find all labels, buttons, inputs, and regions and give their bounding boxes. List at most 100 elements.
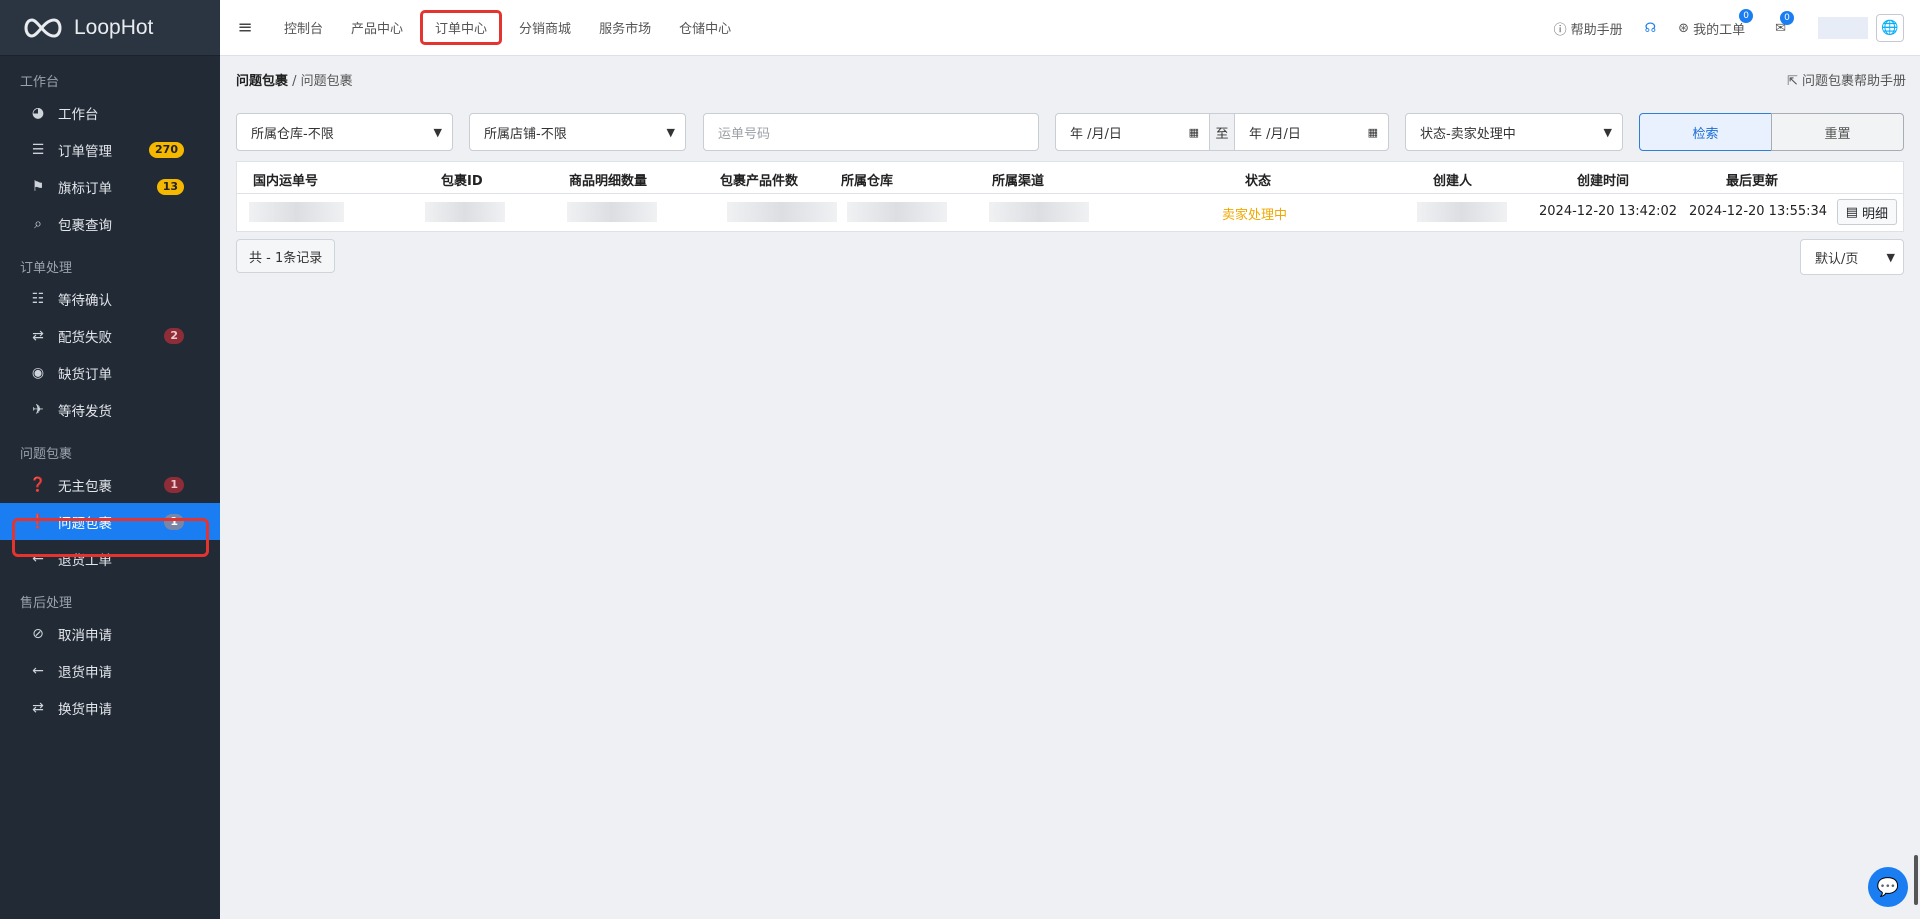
arrow-left-icon: ← <box>32 662 44 679</box>
col-package-id: 包裹ID <box>441 174 483 189</box>
sidebar-item-awaiting-confirmation[interactable]: ☷ 等待确认 <box>0 280 220 317</box>
total-records: 共 - 1条记录 <box>236 239 336 273</box>
sidebar-item-allocation-failed[interactable]: ⇄ 配货失败 2 <box>0 317 220 354</box>
date-to-input[interactable]: 年 /月/日 ▦ <box>1234 113 1389 151</box>
sidebar-item-label: 旗标订单 <box>58 180 112 197</box>
count-badge: 2 <box>164 328 184 344</box>
brand-name: LoopHot <box>74 15 154 39</box>
packages-table: 国内运单号 包裹ID 商品明细数量 包裹产品件数 所属仓库 所属渠道 状态 创建… <box>236 161 1904 232</box>
col-status: 状态 <box>1245 174 1272 189</box>
sidebar-item-cancel-requests[interactable]: ⊘ 取消申请 <box>0 615 220 652</box>
col-creator: 创建人 <box>1433 174 1473 189</box>
ban-icon: ⊘ <box>32 625 44 642</box>
scrollbar[interactable] <box>1914 855 1918 905</box>
col-item-count: 商品明细数量 <box>569 174 648 189</box>
chevron-down-icon: ▼ <box>1886 250 1895 264</box>
status-text: 卖家处理中 <box>1222 208 1288 223</box>
warehouse-select[interactable]: 所属仓库-不限 ▼ <box>236 113 453 151</box>
sidebar-item-label: 换货申请 <box>58 701 112 718</box>
sidebar-item-awaiting-shipment[interactable]: ✈ 等待发货 <box>0 391 220 428</box>
sidebar-item-label: 无主包裹 <box>58 478 112 495</box>
calendar-icon[interactable]: ▦ <box>1368 126 1378 139</box>
redacted-cell <box>249 202 344 222</box>
sidebar-item-return-tickets[interactable]: ← 退货工单 <box>0 540 220 577</box>
breadcrumb-separator: / <box>292 74 301 89</box>
reset-button[interactable]: 重置 <box>1771 113 1904 151</box>
sidebar: LoopHot 工作台 ◕ 工作台 ☰ 订单管理 270 ⚑ 旗标订单 13 ⌕… <box>0 0 220 919</box>
sidebar-item-label: 工作台 <box>58 106 99 123</box>
nav-product-center[interactable]: 产品中心 <box>337 18 417 37</box>
sidebar-item-label: 问题包裹 <box>58 515 112 532</box>
avatar[interactable] <box>1818 17 1868 39</box>
detail-button[interactable]: ▤ 明细 <box>1836 199 1897 225</box>
redacted-cell <box>567 202 657 222</box>
section-title-problem-packages: 问题包裹 <box>20 447 73 462</box>
breadcrumb-parent[interactable]: 问题包裹 <box>236 74 288 89</box>
question-circle-icon: ⓘ <box>1553 22 1567 38</box>
list-icon: ☰ <box>31 141 45 158</box>
chat-bubble-icon[interactable]: 💬 <box>1868 867 1908 907</box>
nav-order-center[interactable]: 订单中心 <box>420 10 503 45</box>
breadcrumb-current: 问题包裹 <box>300 74 353 89</box>
globe-icon[interactable]: 🌐 <box>1876 14 1904 42</box>
sidebar-item-label: 等待发货 <box>58 403 112 420</box>
col-warehouse: 所属仓库 <box>841 174 894 189</box>
status-select[interactable]: 状态-卖家处理中 ▼ <box>1405 113 1623 151</box>
col-last-updated: 最后更新 <box>1726 174 1779 189</box>
sidebar-item-exchange-requests[interactable]: ⇄ 换货申请 <box>0 689 220 726</box>
my-tickets-label: 我的工单 <box>1693 22 1746 38</box>
redacted-cell <box>847 202 947 222</box>
sidebar-item-label: 包裹查询 <box>58 217 112 234</box>
sidebar-item-unclaimed-packages[interactable]: ❓ 无主包裹 1 <box>0 466 220 503</box>
help-manual-link[interactable]: ⓘ 帮助手册 <box>1554 19 1623 38</box>
nav-service-market[interactable]: 服务市场 <box>585 18 665 37</box>
sidebar-item-flagged-orders[interactable]: ⚑ 旗标订单 13 <box>0 168 220 205</box>
tracking-number-input[interactable]: 运单号码 <box>703 113 1039 151</box>
sidebar-item-problem-packages[interactable]: ❗ 问题包裹 1 <box>0 503 220 540</box>
sidebar-item-workbench[interactable]: ◕ 工作台 <box>0 94 220 131</box>
stop-icon: ◉ <box>31 364 45 381</box>
warehouse-select-value: 所属仓库-不限 <box>251 126 334 142</box>
breadcrumb: 问题包裹 / 问题包裹 <box>236 70 353 89</box>
search-button-label: 检索 <box>1692 126 1719 142</box>
reset-button-label: 重置 <box>1824 126 1851 142</box>
count-badge: 1 <box>164 477 184 493</box>
chevron-down-icon: ▼ <box>666 125 675 139</box>
nav-console[interactable]: 控制台 <box>270 18 337 37</box>
sidebar-item-out-of-stock[interactable]: ◉ 缺货订单 <box>0 354 220 391</box>
search-button[interactable]: 检索 <box>1639 113 1772 151</box>
nav-warehouse-center[interactable]: 仓储中心 <box>665 18 745 37</box>
page-size-select[interactable]: 默认/页 ▼ <box>1800 239 1904 275</box>
support-headset-button[interactable]: ☊ <box>1645 21 1657 36</box>
page-help-link[interactable]: ⇱ 问题包裹帮助手册 <box>1787 70 1906 89</box>
checklist-icon: ☷ <box>31 290 45 307</box>
sidebar-item-return-requests[interactable]: ← 退货申请 <box>0 652 220 689</box>
question-icon: ❓ <box>29 476 47 493</box>
headset-icon: ☊ <box>1644 20 1657 36</box>
sidebar-item-package-query[interactable]: ⌕ 包裹查询 <box>0 205 220 242</box>
external-link-icon: ⇱ <box>1786 74 1802 89</box>
plane-icon: ✈ <box>32 401 44 418</box>
brand[interactable]: LoopHot <box>0 0 220 56</box>
nav-distribution-mall[interactable]: 分销商城 <box>505 18 585 37</box>
page-size-value: 默认/页 <box>1815 251 1859 267</box>
sidebar-item-order-management[interactable]: ☰ 订单管理 270 <box>0 131 220 168</box>
dashboard-icon: ◕ <box>31 104 45 121</box>
arrow-left-icon: ← <box>32 550 44 567</box>
help-manual-label: 帮助手册 <box>1570 22 1623 38</box>
loop-logo-icon <box>24 17 62 38</box>
my-tickets-link[interactable]: ⊛ 我的工单 0 <box>1678 8 1754 38</box>
calendar-icon[interactable]: ▦ <box>1189 126 1199 139</box>
mail-button[interactable]: ✉ 0 <box>1775 10 1794 36</box>
store-select[interactable]: 所属店铺-不限 ▼ <box>469 113 686 151</box>
chevron-down-icon: ▼ <box>1603 125 1612 139</box>
hamburger-menu-icon[interactable]: ≡ <box>220 17 270 38</box>
sidebar-item-label: 退货申请 <box>58 664 112 681</box>
sidebar-item-label: 等待确认 <box>58 292 112 309</box>
table-row[interactable]: 卖家处理中 2024-12-20 13:42:02 2024-12-20 13:… <box>237 194 1903 231</box>
status-select-value: 状态-卖家处理中 <box>1420 126 1516 142</box>
store-select-value: 所属店铺-不限 <box>484 126 567 142</box>
redacted-cell <box>727 202 837 222</box>
date-to-value: 年 /月/日 <box>1249 126 1301 142</box>
date-from-input[interactable]: 年 /月/日 ▦ <box>1055 113 1210 151</box>
